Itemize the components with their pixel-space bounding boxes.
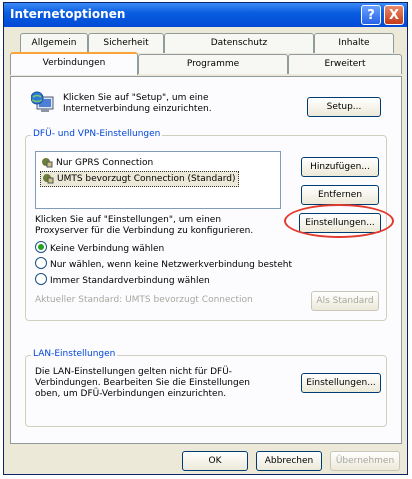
window-title: Internetoptionen xyxy=(10,7,126,21)
cancel-button[interactable]: Abbrechen xyxy=(256,451,322,471)
radio-indicator xyxy=(35,273,47,285)
add-button[interactable]: Hinzufügen... xyxy=(301,157,379,177)
radio-indicator xyxy=(35,257,47,269)
lan-legend: LAN-Einstellungen xyxy=(31,349,118,359)
list-item-label: Nur GPRS Connection xyxy=(56,158,154,168)
radio-dial-when-no-network[interactable]: Nur wählen, wenn keine Netzwerkverbindun… xyxy=(35,257,292,270)
radio-label: Nur wählen, wenn keine Netzwerkverbindun… xyxy=(50,260,292,270)
radio-label: Immer Standardverbindung wählen xyxy=(50,276,210,286)
ok-button[interactable]: OK xyxy=(182,451,248,471)
radio-indicator xyxy=(35,241,47,253)
tab-allgemein[interactable]: Allgemein xyxy=(20,33,88,53)
lan-text-line2: Verbindungen. Bearbeiten Sie die Einstel… xyxy=(35,378,250,388)
lan-text-line3: oben, um DFÜ-Verbindungen einzurichten. xyxy=(35,389,227,399)
setup-button[interactable]: Setup... xyxy=(307,97,381,117)
radio-always-default[interactable]: Immer Standardverbindung wählen xyxy=(35,273,210,286)
tab-programme[interactable]: Programme xyxy=(138,54,288,74)
lan-text-line1: Die LAN-Einstellungen gelten nicht für D… xyxy=(35,367,233,377)
tab-verbindungen[interactable]: Verbindungen xyxy=(10,52,138,75)
tab-erweitert[interactable]: Erweitert xyxy=(288,54,402,74)
tab-strip: Allgemein Sicherheit Datenschutz Inhalte… xyxy=(10,33,402,77)
close-button[interactable]: X xyxy=(384,5,404,25)
proxy-text-line1: Klicken Sie auf "Einstellungen", um eine… xyxy=(35,215,222,225)
remove-button[interactable]: Entfernen xyxy=(301,185,379,205)
list-item-umts[interactable]: UMTS bevorzugt Connection (Standard) xyxy=(40,171,239,187)
title-bar[interactable]: Internetoptionen ? X xyxy=(4,3,407,27)
connections-panel: Klicken Sie auf "Setup", um eine Interne… xyxy=(10,76,402,444)
list-item-label: UMTS bevorzugt Connection (Standard) xyxy=(57,174,236,184)
list-item-gprs[interactable]: Nur GPRS Connection xyxy=(40,156,155,170)
connection-listbox[interactable]: Nur GPRS Connection UMTS bevorzugt Conne… xyxy=(35,151,281,209)
connection-icon xyxy=(41,157,53,168)
lan-settings-button[interactable]: Einstellungen... xyxy=(301,373,381,393)
connection-icon xyxy=(42,173,54,184)
radio-label: Keine Verbindung wählen xyxy=(50,244,165,254)
current-default-text: Aktueller Standard: UMTS bevorzugt Conne… xyxy=(35,295,253,305)
proxy-text-line2: Proxyserver für die Verbindung zu konfig… xyxy=(35,226,254,236)
setup-text-line1: Klicken Sie auf "Setup", um eine xyxy=(63,93,209,103)
help-button[interactable]: ? xyxy=(361,5,381,25)
tab-datenschutz[interactable]: Datenschutz xyxy=(164,33,314,53)
apply-button[interactable]: Übernehmen xyxy=(330,451,400,471)
internet-options-window: Internetoptionen ? X Allgemein Sicherhei… xyxy=(3,2,408,475)
dfu-vpn-legend: DFÜ- und VPN-Einstellungen xyxy=(31,129,163,139)
as-default-button[interactable]: Als Standard xyxy=(311,291,379,311)
radio-no-dial[interactable]: Keine Verbindung wählen xyxy=(35,241,164,254)
tab-sicherheit[interactable]: Sicherheit xyxy=(88,33,164,53)
tab-inhalte[interactable]: Inhalte xyxy=(314,33,394,53)
setup-text-line2: Internetverbindung einzurichten. xyxy=(63,104,212,114)
highlight-circle xyxy=(284,204,394,238)
globe-computer-icon xyxy=(30,91,57,115)
